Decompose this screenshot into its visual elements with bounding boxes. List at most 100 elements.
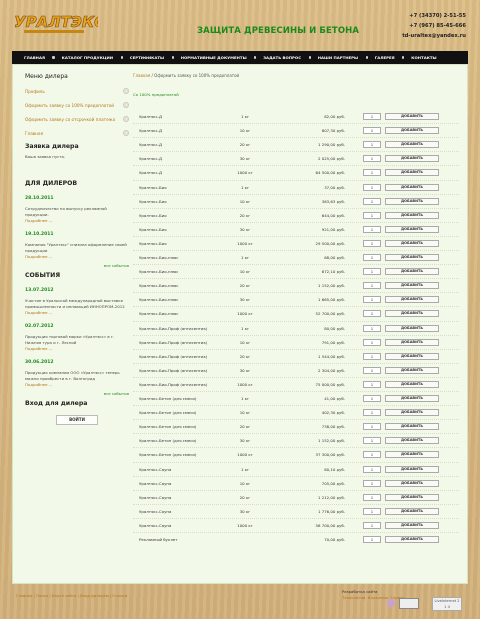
quantity-input[interactable]: 1 — [363, 197, 381, 205]
quantity-input[interactable]: 1 — [363, 465, 381, 473]
quantity-input[interactable]: 1 — [363, 127, 381, 135]
nav-item[interactable]: ГАЛЕРЕЯ — [365, 55, 395, 60]
nav-item[interactable]: НАШИ ПАРТНЕРЫ — [308, 55, 358, 60]
add-to-order-button[interactable]: ДОБАВИТЬ — [385, 423, 439, 431]
nav-item[interactable]: ЗАДАТЬ ВОПРОС — [254, 55, 301, 60]
add-to-order-button[interactable]: ДОБАВИТЬ — [385, 395, 439, 403]
add-to-order-button[interactable]: ДОБАВИТЬ — [385, 183, 439, 191]
quantity-input[interactable]: 1 — [363, 451, 381, 459]
add-to-order-button[interactable]: ДОБАВИТЬ — [385, 507, 439, 515]
quantity-input[interactable]: 1 — [363, 282, 381, 290]
add-to-order-button[interactable]: ДОБАВИТЬ — [385, 211, 439, 219]
dealer-menu-item[interactable]: Главная — [25, 126, 129, 140]
add-to-order-button[interactable]: ДОБАВИТЬ — [385, 127, 439, 135]
all-dealer-news-link[interactable]: все события — [25, 263, 129, 268]
add-to-order-button[interactable]: ДОБАВИТЬ — [385, 521, 439, 529]
add-to-order-button[interactable]: ДОБАВИТЬ — [385, 225, 439, 233]
read-more-link[interactable]: Подробнее ... — [25, 346, 129, 351]
dealer-menu-item[interactable]: Оформить заявку со 100% предоплатой — [25, 98, 129, 112]
liveinternet-counter[interactable]: LiveInternet 2 1 4 — [432, 597, 462, 611]
quantity-input[interactable]: 1 — [363, 324, 381, 332]
add-to-order-button[interactable]: ДОБАВИТЬ — [385, 296, 439, 304]
add-to-order-button[interactable]: ДОБАВИТЬ — [385, 352, 439, 360]
quantity-input[interactable]: 1 — [363, 338, 381, 346]
add-to-order-button[interactable]: ДОБАВИТЬ — [385, 437, 439, 445]
read-more-link[interactable]: Подробнее ... — [25, 382, 129, 387]
dealer-menu-item[interactable]: Профиль — [25, 84, 129, 98]
product-name: Уралтэкс-Сауна — [139, 466, 172, 472]
read-more-link[interactable]: Подробнее ... — [25, 310, 129, 315]
add-to-order-button[interactable]: ДОБАВИТЬ — [385, 155, 439, 163]
quantity-input[interactable]: 1 — [363, 112, 381, 120]
quantity-input[interactable]: 1 — [363, 183, 381, 191]
quantity-input[interactable]: 1 — [363, 409, 381, 417]
quantity-input[interactable]: 1 — [363, 507, 381, 515]
add-to-order-button[interactable]: ДОБАВИТЬ — [385, 338, 439, 346]
developer-logo-icon[interactable] — [387, 599, 395, 607]
login-button[interactable]: ВОЙТИ — [56, 415, 98, 425]
add-to-order-button[interactable]: ДОБАВИТЬ — [385, 254, 439, 262]
quantity-input[interactable]: 1 — [363, 437, 381, 445]
product-price: 52 700,00 руб. — [315, 311, 345, 317]
add-to-order-button[interactable]: ДОБАВИТЬ — [385, 310, 439, 318]
nav-separator-icon — [254, 56, 257, 59]
dealer-menu-item[interactable]: Оформить заявку со отсрочкой платежа — [25, 112, 129, 126]
add-to-order-button[interactable]: ДОБАВИТЬ — [385, 282, 439, 290]
nav-item[interactable]: НОРМАТИВНЫЕ ДОКУМЕНТЫ — [171, 55, 247, 60]
add-to-order-button[interactable]: ДОБАВИТЬ — [385, 366, 439, 374]
developer-link[interactable]: Технологии. Вложения. Сервис — [342, 595, 405, 601]
add-to-order-button[interactable]: ДОБАВИТЬ — [385, 536, 439, 544]
counter-widget-1[interactable] — [399, 598, 419, 609]
quantity-input[interactable]: 1 — [363, 479, 381, 487]
all-events-link[interactable]: все события — [25, 391, 129, 396]
product-price: 807,30 руб. — [321, 128, 345, 134]
add-to-order-button[interactable]: ДОБАВИТЬ — [385, 409, 439, 417]
email-link[interactable]: td-uraltex@yandex.ru — [402, 31, 466, 41]
quantity-input[interactable]: 1 — [363, 352, 381, 360]
product-unit: 30 кг — [239, 297, 251, 303]
add-to-order-button[interactable]: ДОБАВИТЬ — [385, 112, 439, 120]
add-to-order-button[interactable]: ДОБАВИТЬ — [385, 479, 439, 487]
product-price: 75 000,00 руб. — [315, 381, 345, 387]
add-to-order-button[interactable]: ДОБАВИТЬ — [385, 493, 439, 501]
quantity-input[interactable]: 1 — [363, 141, 381, 149]
quantity-input[interactable]: 1 — [363, 395, 381, 403]
add-to-order-button[interactable]: ДОБАВИТЬ — [385, 465, 439, 473]
breadcrumb-home[interactable]: Главная — [133, 73, 150, 78]
uraltex-logo[interactable]: УРАЛТЭКС — [12, 8, 98, 42]
news-item: 13.07.2012 Участие в Уральской международ… — [25, 288, 129, 315]
add-to-order-button[interactable]: ДОБАВИТЬ — [385, 197, 439, 205]
nav-item[interactable]: КОНТАКТЫ — [402, 55, 437, 60]
read-more-link[interactable]: Подробнее ... — [25, 254, 129, 259]
quantity-input[interactable]: 1 — [363, 268, 381, 276]
add-to-order-button[interactable]: ДОБАВИТЬ — [385, 380, 439, 388]
quantity-input[interactable]: 1 — [363, 423, 381, 431]
read-more-link[interactable]: Подробнее ... — [25, 218, 129, 223]
quantity-input[interactable]: 1 — [363, 521, 381, 529]
nav-item[interactable]: КАТАЛОГ ПРОДУКЦИИ — [52, 55, 113, 60]
add-to-order-button[interactable]: ДОБАВИТЬ — [385, 169, 439, 177]
add-to-order-button[interactable]: ДОБАВИТЬ — [385, 141, 439, 149]
quantity-input[interactable]: 1 — [363, 239, 381, 247]
quantity-input[interactable]: 1 — [363, 169, 381, 177]
quantity-input[interactable]: 1 — [363, 211, 381, 219]
quantity-input[interactable]: 1 — [363, 310, 381, 318]
add-to-order-button[interactable]: ДОБАВИТЬ — [385, 324, 439, 332]
footer-links[interactable]: Главная | Поиск | Карта сайта | Вход дил… — [16, 593, 127, 598]
quantity-input[interactable]: 1 — [363, 254, 381, 262]
quantity-input[interactable]: 1 — [363, 225, 381, 233]
quantity-input[interactable]: 1 — [363, 296, 381, 304]
quantity-input[interactable]: 1 — [363, 493, 381, 501]
add-to-order-button[interactable]: ДОБАВИТЬ — [385, 268, 439, 276]
quantity-input[interactable]: 1 — [363, 536, 381, 544]
product-price: 68,00 руб. — [324, 255, 345, 261]
nav-item[interactable]: ГЛАВНАЯ — [24, 55, 45, 60]
quantity-input[interactable]: 1 — [363, 380, 381, 388]
product-unit: 1000 кг — [237, 452, 253, 458]
quantity-input[interactable]: 1 — [363, 366, 381, 374]
add-to-order-button[interactable]: ДОБАВИТЬ — [385, 451, 439, 459]
quantity-input[interactable]: 1 — [363, 155, 381, 163]
product-price: 56 700,00 руб. — [315, 522, 345, 528]
add-to-order-button[interactable]: ДОБАВИТЬ — [385, 239, 439, 247]
nav-item[interactable]: СЕРТИФИКАТЫ — [120, 55, 164, 60]
